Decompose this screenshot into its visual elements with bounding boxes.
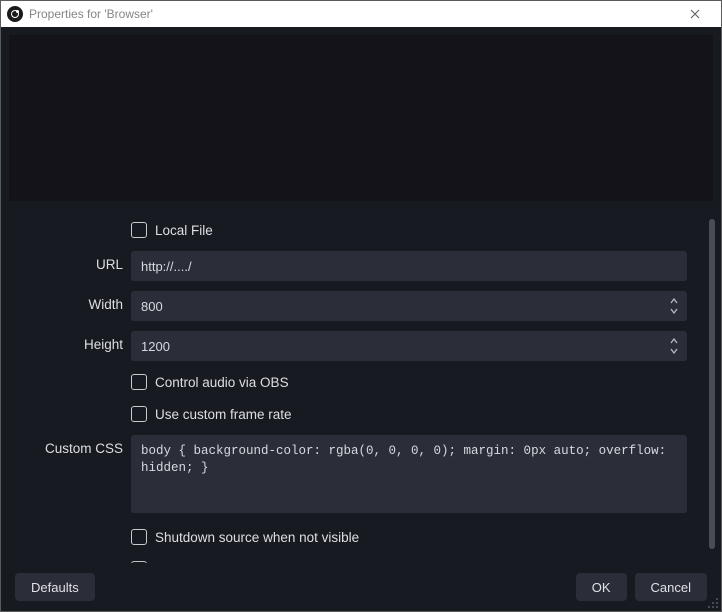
custom-frame-rate-row[interactable]: Use custom frame rate (131, 403, 687, 425)
local-file-label: Local File (155, 223, 213, 238)
resize-grip-icon (707, 597, 719, 609)
url-label: URL (19, 251, 131, 272)
shutdown-checkbox[interactable] (131, 529, 147, 545)
height-step-down[interactable] (667, 346, 681, 356)
height-step-up[interactable] (667, 336, 681, 346)
chevron-down-icon (670, 348, 678, 354)
shutdown-label: Shutdown source when not visible (155, 530, 359, 545)
url-input[interactable] (131, 251, 687, 281)
titlebar: Properties for 'Browser' (1, 1, 721, 27)
bottom-bar: Defaults OK Cancel (1, 563, 721, 611)
window-title: Properties for 'Browser' (29, 7, 675, 21)
control-audio-checkbox[interactable] (131, 374, 147, 390)
chevron-up-icon (670, 298, 678, 304)
ok-button[interactable]: OK (576, 573, 627, 601)
source-preview (9, 35, 713, 201)
cancel-button[interactable]: Cancel (635, 573, 707, 601)
width-step-up[interactable] (667, 296, 681, 306)
height-input[interactable] (131, 331, 687, 361)
height-label: Height (19, 331, 131, 352)
properties-dialog: Properties for 'Browser' Local File (0, 0, 722, 612)
close-button[interactable] (675, 1, 715, 27)
chevron-down-icon (670, 308, 678, 314)
defaults-button[interactable]: Defaults (15, 573, 95, 601)
control-audio-label: Control audio via OBS (155, 375, 289, 390)
dialog-content: Local File URL Width (1, 27, 721, 611)
chevron-up-icon (670, 338, 678, 344)
local-file-row[interactable]: Local File (131, 219, 687, 241)
width-input[interactable] (131, 291, 687, 321)
custom-css-label: Custom CSS (19, 435, 131, 456)
local-file-checkbox[interactable] (131, 222, 147, 238)
custom-frame-rate-checkbox[interactable] (131, 406, 147, 422)
width-step-down[interactable] (667, 306, 681, 316)
form-area: Local File URL Width (1, 201, 721, 563)
custom-frame-rate-label: Use custom frame rate (155, 407, 292, 422)
control-audio-row[interactable]: Control audio via OBS (131, 371, 687, 393)
custom-css-input[interactable] (131, 435, 687, 513)
scrollbar-thumb[interactable] (709, 219, 715, 549)
shutdown-row[interactable]: Shutdown source when not visible (131, 526, 687, 548)
obs-icon (7, 6, 23, 22)
form-scroll: Local File URL Width (1, 201, 705, 563)
close-icon (690, 9, 700, 19)
width-label: Width (19, 291, 131, 312)
